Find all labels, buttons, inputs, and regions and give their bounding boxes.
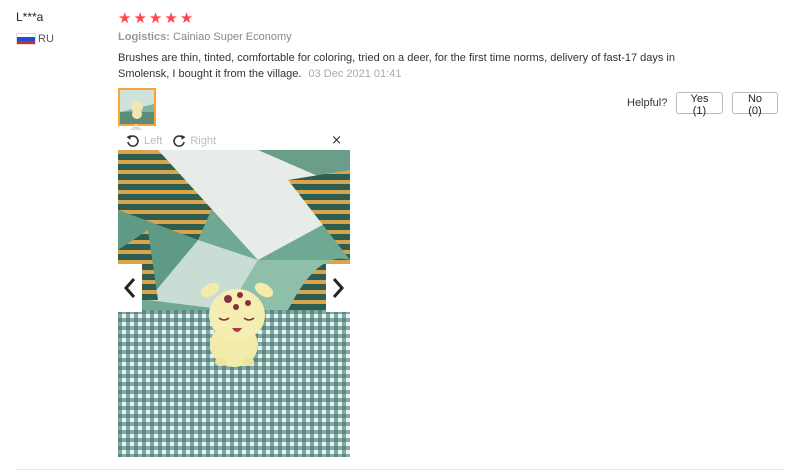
- star-icon: ★: [164, 9, 178, 27]
- helpful-label: Helpful?: [627, 97, 668, 109]
- rotate-right-icon: [173, 134, 186, 147]
- user-name: L***a: [16, 10, 44, 24]
- previous-photo-button[interactable]: [118, 264, 142, 312]
- rotate-left-icon: [126, 134, 139, 147]
- country-code: RU: [38, 33, 54, 45]
- review-photo-thumbnail[interactable]: [118, 88, 156, 126]
- russia-flag-icon: [16, 33, 36, 45]
- rotate-left-button[interactable]: Left: [126, 134, 162, 148]
- helpful-yes-button[interactable]: Yes (1): [676, 92, 723, 117]
- logistics-label: Logistics:: [118, 31, 170, 43]
- user-country: RU: [16, 33, 54, 45]
- review-photo-image: [118, 150, 350, 457]
- logistics-info: Logistics: Cainiao Super Economy: [118, 31, 292, 43]
- thumbnail-image: [120, 90, 154, 124]
- close-icon[interactable]: ×: [331, 133, 342, 148]
- chevron-right-icon: [332, 278, 345, 298]
- helpful-no-button[interactable]: No (0): [732, 92, 778, 117]
- review-body: Brushes are thin, tinted, comfortable fo…: [118, 50, 718, 82]
- star-rating: ★ ★ ★ ★ ★: [118, 10, 193, 26]
- review-date: 03 Dec 2021 01:41: [308, 68, 402, 80]
- image-viewer-toolbar: Left Right ×: [118, 132, 350, 149]
- review-photo-large: [118, 150, 350, 457]
- star-icon: ★: [118, 9, 132, 27]
- rotate-left-label: Left: [144, 134, 163, 147]
- thumbnail-pointer: [130, 124, 142, 130]
- star-icon: ★: [179, 9, 194, 27]
- next-photo-button[interactable]: [326, 264, 350, 312]
- rotate-right-button[interactable]: Right: [172, 134, 216, 148]
- star-icon: ★: [133, 9, 147, 27]
- rotate-right-label: Right: [190, 134, 217, 147]
- divider: [16, 469, 784, 470]
- star-icon: ★: [148, 9, 163, 27]
- chevron-left-icon: [123, 278, 136, 298]
- logistics-value: Cainiao Super Economy: [173, 31, 292, 43]
